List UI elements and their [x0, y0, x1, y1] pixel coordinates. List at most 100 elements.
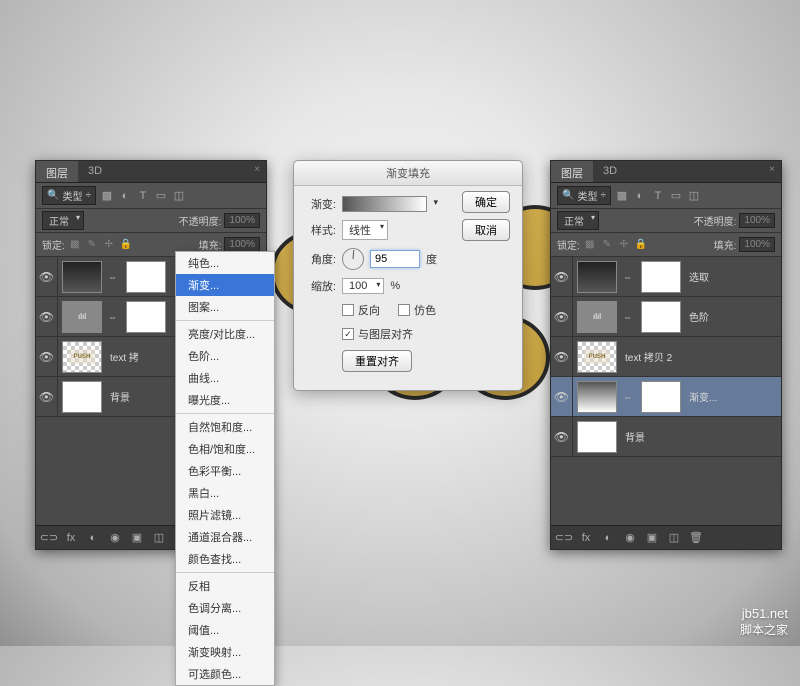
menu-brightness-contrast[interactable]: 亮度/对比度...: [176, 323, 274, 345]
layer-thumb[interactable]: [62, 381, 102, 413]
filter-smart-icon[interactable]: ◫: [172, 189, 186, 203]
folder-icon[interactable]: ▣: [130, 531, 144, 545]
menu-channel-mixer[interactable]: 通道混合器...: [176, 526, 274, 548]
fill-value[interactable]: 100%: [739, 237, 775, 252]
lock-transparency-icon[interactable]: ▩: [68, 238, 82, 252]
trash-icon[interactable]: 🗑: [689, 531, 703, 545]
mask-icon[interactable]: ◐: [86, 531, 100, 545]
filter-pixel-icon[interactable]: ▩: [615, 189, 629, 203]
visibility-icon[interactable]: 👁: [36, 377, 58, 416]
filter-type-icon[interactable]: T: [651, 189, 665, 203]
new-layer-icon[interactable]: ◫: [152, 531, 166, 545]
layer-name[interactable]: 背景: [625, 429, 781, 444]
angle-dial[interactable]: [342, 248, 364, 270]
menu-levels[interactable]: 色阶...: [176, 345, 274, 367]
new-layer-icon[interactable]: ◫: [667, 531, 681, 545]
filter-shape-icon[interactable]: ▭: [669, 189, 683, 203]
lock-move-icon[interactable]: ✢: [617, 238, 631, 252]
reset-align-button[interactable]: 重置对齐: [342, 350, 412, 372]
filter-pixel-icon[interactable]: ▩: [100, 189, 114, 203]
layer-row[interactable]: 👁 背景: [551, 417, 781, 457]
visibility-icon[interactable]: 👁: [36, 297, 58, 336]
lock-all-icon[interactable]: 🔒: [119, 238, 133, 252]
align-layer-checkbox[interactable]: ✓与图层对齐: [342, 326, 413, 342]
filter-smart-icon[interactable]: ◫: [687, 189, 701, 203]
adjustment-icon[interactable]: ◉: [108, 531, 122, 545]
lock-brush-icon[interactable]: ✎: [85, 238, 99, 252]
layer-thumb[interactable]: [577, 381, 617, 413]
visibility-icon[interactable]: 👁: [36, 257, 58, 296]
mask-thumb[interactable]: [126, 301, 166, 333]
tab-3d[interactable]: 3D: [78, 161, 112, 182]
filter-type-icon[interactable]: T: [136, 189, 150, 203]
ok-button[interactable]: 确定: [462, 191, 510, 213]
lock-brush-icon[interactable]: ✎: [600, 238, 614, 252]
lock-transparency-icon[interactable]: ▩: [583, 238, 597, 252]
fill-value[interactable]: 100%: [224, 237, 260, 252]
link-layers-icon[interactable]: ⊂⊃: [42, 531, 56, 545]
menu-color-lookup[interactable]: 颜色查找...: [176, 548, 274, 570]
link-layers-icon[interactable]: ⊂⊃: [557, 531, 571, 545]
filter-adjust-icon[interactable]: ◐: [633, 189, 647, 203]
style-select[interactable]: 线性: [342, 220, 388, 240]
mask-thumb[interactable]: [126, 261, 166, 293]
menu-color-balance[interactable]: 色彩平衡...: [176, 460, 274, 482]
mask-thumb[interactable]: [641, 261, 681, 293]
menu-hue-saturation[interactable]: 色相/饱和度...: [176, 438, 274, 460]
menu-gradient-map[interactable]: 渐变映射...: [176, 641, 274, 663]
adjustment-icon[interactable]: ◉: [623, 531, 637, 545]
layer-thumb[interactable]: ılıl: [577, 301, 617, 333]
menu-selective-color[interactable]: 可选颜色...: [176, 663, 274, 685]
menu-curves[interactable]: 曲线...: [176, 367, 274, 389]
angle-input[interactable]: [370, 250, 420, 268]
layer-name[interactable]: 渐变...: [689, 389, 781, 404]
menu-solid-color[interactable]: 纯色...: [176, 252, 274, 274]
layer-name[interactable]: 选取: [689, 269, 781, 284]
blend-mode-select[interactable]: 正常: [42, 211, 84, 230]
folder-icon[interactable]: ▣: [645, 531, 659, 545]
visibility-icon[interactable]: 👁: [551, 377, 573, 416]
mask-thumb[interactable]: [641, 301, 681, 333]
mask-icon[interactable]: ◐: [601, 531, 615, 545]
menu-posterize[interactable]: 色调分离...: [176, 597, 274, 619]
lock-move-icon[interactable]: ✢: [102, 238, 116, 252]
layer-row[interactable]: 👁 ⇔ 渐变...: [551, 377, 781, 417]
layer-thumb[interactable]: [577, 261, 617, 293]
close-icon[interactable]: ×: [254, 164, 260, 175]
menu-invert[interactable]: 反相: [176, 575, 274, 597]
layer-thumb[interactable]: ılıl: [62, 301, 102, 333]
visibility-icon[interactable]: 👁: [551, 417, 573, 456]
reverse-checkbox[interactable]: 反向: [342, 302, 380, 318]
filter-shape-icon[interactable]: ▭: [154, 189, 168, 203]
layer-row[interactable]: 👁 ⇔ 选取: [551, 257, 781, 297]
blend-mode-select[interactable]: 正常: [557, 211, 599, 230]
filter-adjust-icon[interactable]: ◐: [118, 189, 132, 203]
layer-row[interactable]: 👁 ılıl ⇔ 色阶: [551, 297, 781, 337]
fx-icon[interactable]: fx: [579, 531, 593, 545]
tab-layers[interactable]: 图层: [551, 161, 593, 182]
menu-black-white[interactable]: 黑白...: [176, 482, 274, 504]
opacity-value[interactable]: 100%: [739, 213, 775, 228]
layer-thumb[interactable]: [577, 421, 617, 453]
tab-layers[interactable]: 图层: [36, 161, 78, 182]
layer-thumb[interactable]: PUSH: [62, 341, 102, 373]
lock-all-icon[interactable]: 🔒: [634, 238, 648, 252]
filter-type-select[interactable]: 🔍 类型 ÷: [42, 186, 96, 205]
layer-row[interactable]: 👁 PUSH text 拷贝 2: [551, 337, 781, 377]
close-icon[interactable]: ×: [769, 164, 775, 175]
layer-name[interactable]: text 拷贝 2: [625, 349, 781, 364]
dither-checkbox[interactable]: 仿色: [398, 302, 436, 318]
visibility-icon[interactable]: 👁: [551, 257, 573, 296]
mask-thumb[interactable]: [641, 381, 681, 413]
opacity-value[interactable]: 100%: [224, 213, 260, 228]
filter-type-select[interactable]: 🔍 类型 ÷: [557, 186, 611, 205]
menu-threshold[interactable]: 阈值...: [176, 619, 274, 641]
menu-vibrance[interactable]: 自然饱和度...: [176, 416, 274, 438]
layer-thumb[interactable]: [62, 261, 102, 293]
layer-name[interactable]: 色阶: [689, 309, 781, 324]
menu-photo-filter[interactable]: 照片滤镜...: [176, 504, 274, 526]
layer-thumb[interactable]: PUSH: [577, 341, 617, 373]
menu-pattern[interactable]: 图案...: [176, 296, 274, 318]
menu-gradient[interactable]: 渐变...: [176, 274, 274, 296]
tab-3d[interactable]: 3D: [593, 161, 627, 182]
